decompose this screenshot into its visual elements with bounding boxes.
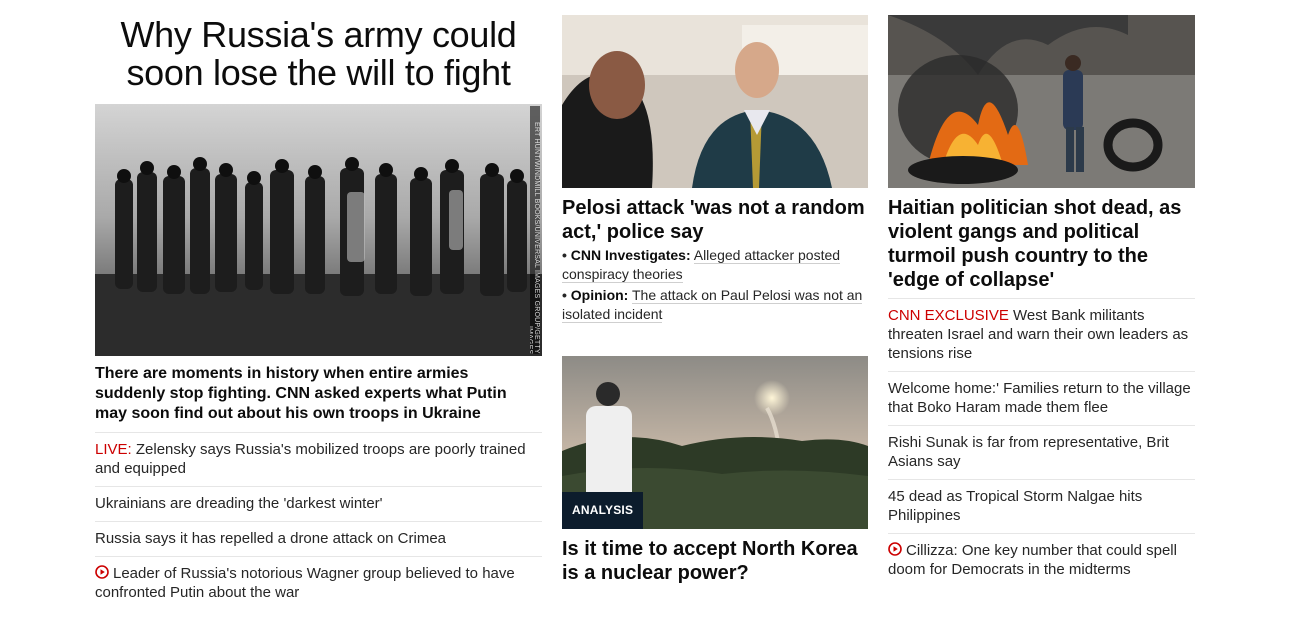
live-label: LIVE:: [95, 441, 132, 458]
related-links: LIVE: Zelensky says Russia's mobilized t…: [95, 432, 542, 610]
exclusive-label: CNN EXCLUSIVE: [888, 307, 1009, 324]
lead-photo[interactable]: ERT HUNT/WINDMILL BOOKS/UNIVERSAL IMAGES…: [95, 104, 542, 356]
bullet-tag: Opinion:: [570, 287, 629, 303]
haiti-headline[interactable]: Haitian politician shot dead, as violent…: [888, 196, 1195, 292]
list-item[interactable]: LIVE: Zelensky says Russia's mobilized t…: [95, 432, 542, 486]
list-item[interactable]: Cillizza: One key number that could spel…: [888, 533, 1195, 587]
lead-description[interactable]: There are moments in history when entire…: [95, 364, 542, 424]
list-item[interactable]: CNN EXCLUSIVE West Bank militants threat…: [888, 298, 1195, 371]
list-item[interactable]: Rishi Sunak is far from representative, …: [888, 425, 1195, 479]
lead-headline[interactable]: Why Russia's army could soon lose the wi…: [95, 16, 542, 92]
right-links: CNN EXCLUSIVE West Bank militants threat…: [888, 298, 1195, 587]
bullet-tag: CNN Investigates:: [570, 247, 691, 263]
list-item[interactable]: Leader of Russia's notorious Wagner grou…: [95, 556, 542, 610]
north-korea-headline[interactable]: Is it time to accept North Korea is a nu…: [562, 537, 868, 585]
list-item-text: 45 dead as Tropical Storm Nalgae hits Ph…: [888, 488, 1143, 524]
list-item[interactable]: Ukrainians are dreading the 'darkest win…: [95, 486, 542, 521]
list-item[interactable]: 45 dead as Tropical Storm Nalgae hits Ph…: [888, 479, 1195, 533]
middle-column: Pelosi attack 'was not a random act,' po…: [562, 15, 868, 585]
list-item[interactable]: Russia says it has repelled a drone atta…: [95, 521, 542, 556]
list-item-text: Rishi Sunak is far from representative, …: [888, 434, 1169, 470]
list-item-text: Ukrainians are dreading the 'darkest win…: [95, 495, 383, 512]
list-item-text: Russia says it has repelled a drone atta…: [95, 530, 447, 547]
play-circle-icon: [888, 542, 902, 556]
analysis-badge: ANALYSIS: [562, 492, 644, 529]
bullet-item[interactable]: • CNN Investigates: Alleged attacker pos…: [562, 246, 868, 284]
play-circle-icon: [95, 565, 109, 579]
right-column: Haitian politician shot dead, as violent…: [888, 15, 1195, 587]
list-item-text: Cillizza: One key number that could spel…: [888, 542, 1177, 578]
list-item-text: Leader of Russia's notorious Wagner grou…: [95, 565, 515, 601]
north-korea-photo[interactable]: ANALYSIS: [562, 356, 868, 529]
bullet-item[interactable]: • Opinion: The attack on Paul Pelosi was…: [562, 286, 868, 324]
pelosi-photo[interactable]: [562, 15, 868, 188]
photo-credit: ERT HUNT/WINDMILL BOOKS/UNIVERSAL IMAGES…: [530, 106, 540, 354]
pelosi-headline[interactable]: Pelosi attack 'was not a random act,' po…: [562, 196, 868, 244]
haiti-photo[interactable]: [888, 15, 1195, 188]
list-item[interactable]: Welcome home:' Families return to the vi…: [888, 371, 1195, 425]
list-item-text: Zelensky says Russia's mobilized troops …: [95, 441, 526, 477]
lead-story: Why Russia's army could soon lose the wi…: [95, 15, 542, 610]
list-item-text: Welcome home:' Families return to the vi…: [888, 380, 1191, 416]
